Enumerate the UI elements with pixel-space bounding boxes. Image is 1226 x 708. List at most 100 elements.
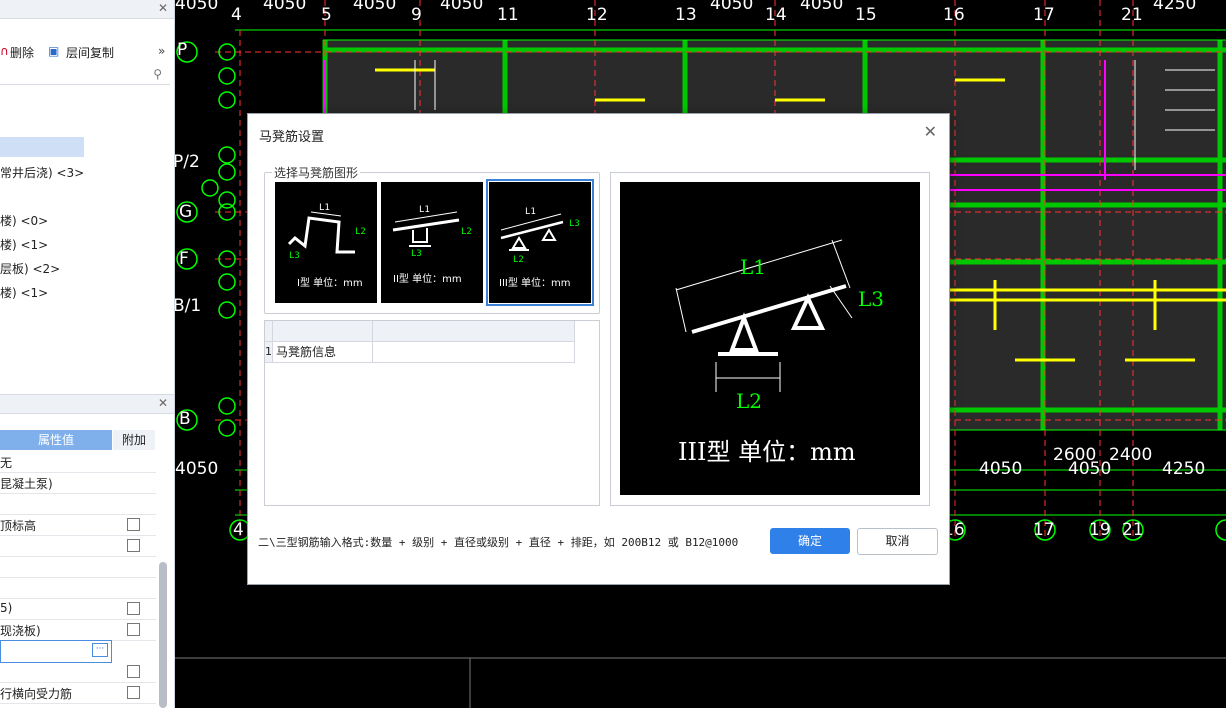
dimension-label: 4050 — [175, 459, 219, 479]
ok-button[interactable]: 确定 — [770, 528, 850, 554]
more-icon[interactable]: » — [158, 44, 165, 58]
dimension-label: 4250 — [1162, 459, 1206, 479]
type1-diagram: L1 L2 L3 I型 单位：mm — [287, 203, 366, 289]
dimension-label: 4050 — [800, 0, 844, 14]
scrollbar[interactable] — [159, 562, 167, 708]
table-row-editing[interactable]: ··· — [0, 640, 112, 663]
tree-selected-item[interactable] — [0, 137, 84, 157]
row-index: 1 — [265, 342, 273, 363]
dimension-label: 4050 — [710, 0, 754, 14]
axis-label: 15 — [855, 5, 877, 25]
table-row[interactable]: 行横向受力筋 — [0, 682, 156, 704]
checkbox[interactable] — [127, 518, 140, 531]
close-icon[interactable]: ✕ — [158, 1, 168, 15]
checkbox[interactable] — [127, 665, 140, 678]
table-row[interactable]: 顶标高 — [0, 514, 156, 536]
axis-label: 19 — [1089, 520, 1111, 540]
svg-text:L1: L1 — [525, 207, 536, 217]
close-icon[interactable]: ✕ — [924, 122, 937, 141]
preview-l3: L3 — [858, 287, 884, 311]
shape-option-type1[interactable]: L1 L2 L3 I型 单位：mm — [275, 182, 377, 303]
axis-label: 21 — [1122, 520, 1144, 540]
ellipsis-button[interactable]: ··· — [92, 643, 108, 657]
preview-diagram: L1 L2 L3 III型 单位：mm — [675, 239, 884, 466]
svg-text:L2: L2 — [461, 227, 472, 237]
shape1-label: I型 单位：mm — [297, 276, 363, 289]
preview-box: L1 L2 L3 III型 单位：mm — [610, 172, 930, 506]
shape-group-label: 选择马凳筋图形 — [272, 164, 361, 181]
axis-label: 11 — [497, 5, 519, 25]
axis-label: 4 — [231, 5, 242, 25]
input-format-hint: 二\三型钢筋输入格式:数量 + 级别 + 直径或级别 + 直径 + 排距，如 2… — [258, 536, 739, 549]
search-field[interactable]: ⚲ — [0, 64, 170, 85]
tree-item[interactable]: 楼) <1> — [0, 236, 48, 253]
axis-label: 21 — [1121, 5, 1143, 25]
axis-label: 13 — [675, 5, 697, 25]
dialog-title: 马凳筋设置 — [259, 130, 325, 145]
dimension-label: 2600 — [1053, 445, 1097, 465]
shape2-label: II型 单位：mm — [393, 272, 462, 285]
axis-label: F — [179, 249, 189, 269]
axis-label: G — [179, 202, 193, 222]
row-value-cell[interactable] — [373, 342, 575, 363]
preview-l1: L1 — [740, 255, 766, 279]
panel-header: ✕ — [0, 0, 174, 19]
tree-item[interactable]: 层板) <2> — [0, 260, 60, 277]
table-row[interactable]: 5) — [0, 598, 156, 620]
table-header-cell — [273, 321, 373, 342]
checkbox[interactable] — [127, 602, 140, 615]
left-panel: ✕ ∩ 删除 ▣ 层间复制 » ⚲ 常井后浇) <3> 楼) <0> 楼) <1… — [0, 0, 175, 708]
tree-item[interactable]: 楼) <1> — [0, 284, 48, 301]
preview-l2: L2 — [736, 389, 762, 413]
tree-item[interactable]: 楼) <0> — [0, 212, 48, 229]
info-table-box: 1 马凳筋信息 — [264, 320, 600, 506]
checkbox[interactable] — [127, 539, 140, 552]
stool-rebar-dialog: 马凳筋设置 ✕ 选择马凳筋图形 L1 L2 L3 I型 单位：mm L1 L2 … — [247, 113, 950, 585]
axis-label: 9 — [411, 5, 422, 25]
axis-label: 12 — [586, 5, 608, 25]
type2-diagram: L1 L2 L3 II型 单位：mm — [392, 205, 472, 285]
axis-label: 14 — [765, 5, 787, 25]
table-corner — [265, 321, 273, 342]
table-row[interactable] — [0, 535, 156, 557]
table-header-cell — [373, 321, 575, 342]
table-row[interactable] — [0, 556, 156, 578]
checkbox[interactable] — [127, 623, 140, 636]
table-row[interactable] — [0, 493, 156, 515]
table-row[interactable]: 无 — [0, 451, 156, 473]
axis-label: 17 — [1033, 5, 1055, 25]
svg-text:L2: L2 — [513, 255, 524, 265]
close-icon[interactable]: ✕ — [158, 396, 168, 410]
dimension-label: 4050 — [353, 0, 397, 14]
axis-label: P — [177, 40, 188, 60]
svg-text:L2: L2 — [355, 227, 366, 237]
prop-header-value: 属性值 — [0, 430, 112, 450]
table-row[interactable] — [0, 577, 156, 599]
delete-icon[interactable]: ∩ — [0, 44, 9, 58]
search-icon[interactable]: ⚲ — [153, 67, 162, 81]
axis-label: 4 — [233, 520, 244, 540]
svg-text:L3: L3 — [289, 251, 300, 261]
delete-button[interactable]: 删除 — [10, 44, 34, 61]
axis-label: P/2 — [175, 152, 200, 172]
row-label: 马凳筋信息 — [273, 342, 373, 363]
dimension-label: 4250 — [1153, 0, 1197, 14]
svg-text:L1: L1 — [419, 205, 430, 215]
checkbox[interactable] — [127, 686, 140, 699]
tree-item[interactable]: 常井后浇) <3> — [0, 164, 84, 181]
svg-text:L3: L3 — [569, 219, 580, 229]
floor-copy-button[interactable]: 层间复制 — [66, 44, 114, 61]
property-panel-header: ✕ — [0, 394, 174, 414]
table-row[interactable]: 昆凝土泵) — [0, 472, 156, 494]
copy-icon: ▣ — [48, 44, 60, 58]
toolbar: ∩ 删除 ▣ 层间复制 » — [0, 40, 174, 62]
shape-option-type3[interactable]: L1 L3 L2 III型 单位：mm — [486, 179, 594, 306]
shape-option-type2[interactable]: L1 L2 L3 II型 单位：mm — [381, 182, 483, 303]
table-row[interactable] — [0, 661, 156, 683]
dimension-label: 2400 — [1109, 445, 1153, 465]
preview-canvas: L1 L2 L3 III型 单位：mm — [620, 182, 920, 495]
cancel-button[interactable]: 取消 — [857, 528, 938, 555]
svg-text:L1: L1 — [319, 203, 330, 213]
shape3-label: III型 单位：mm — [499, 276, 571, 289]
table-row[interactable]: 现浇板) — [0, 619, 156, 641]
